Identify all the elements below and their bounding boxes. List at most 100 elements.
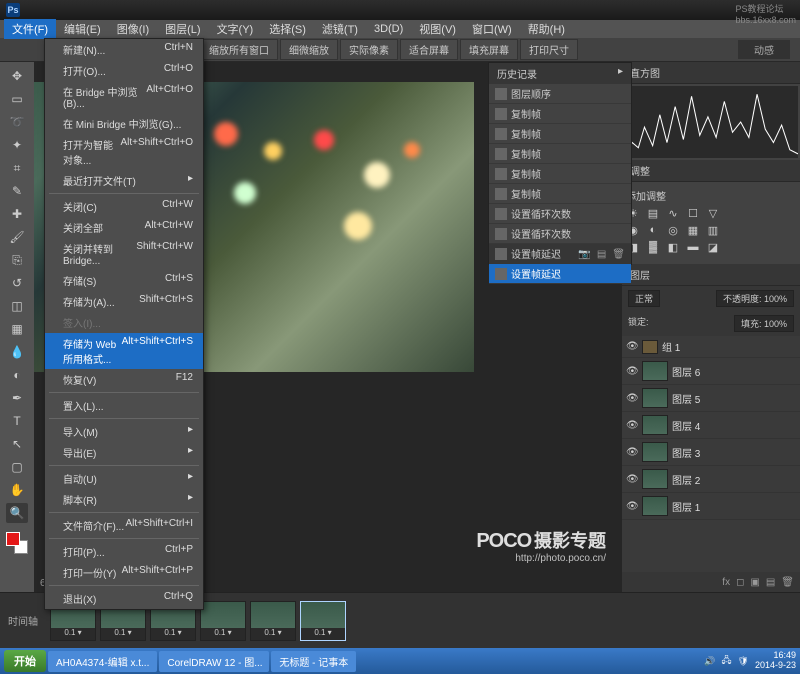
opt-button[interactable]: 打印尺寸 <box>520 39 578 60</box>
menu-item[interactable]: 关闭并转到 Bridge...Shift+Ctrl+W <box>45 238 203 270</box>
menu-item[interactable]: 导入(M)▸ <box>45 421 203 442</box>
layer-thumb[interactable] <box>642 496 668 516</box>
menu-4[interactable]: 文字(Y) <box>209 19 262 39</box>
heal-tool[interactable]: ✚ <box>6 204 28 224</box>
layers-list[interactable]: 👁组 1👁图层 6👁图层 5👁图层 4👁图层 3👁图层 2👁图层 1 <box>622 336 800 572</box>
visibility-icon[interactable]: 👁 <box>626 474 638 485</box>
layer-row[interactable]: 👁图层 2 <box>622 466 800 493</box>
threshold-icon[interactable]: ◧ <box>666 241 680 255</box>
history-item[interactable]: 设置循环次数 <box>489 224 631 244</box>
workspace-select[interactable]: 动感 <box>738 40 790 59</box>
clock[interactable]: 16:492014-9-23 <box>755 651 796 671</box>
levels-icon[interactable]: ▤ <box>646 207 660 221</box>
system-tray[interactable]: 🔊 🖧 🛡 16:492014-9-23 <box>704 651 796 671</box>
bw-icon[interactable]: ◐ <box>646 224 660 238</box>
crop-tool[interactable]: ⌗ <box>6 158 28 178</box>
trash-icon[interactable]: 🗑 <box>781 577 794 588</box>
snapshot-icon[interactable]: 📷 <box>578 249 590 260</box>
menu-item[interactable]: 脚本(R)▸ <box>45 489 203 510</box>
color-swatch[interactable] <box>6 532 28 554</box>
history-item[interactable]: 复制帧 <box>489 144 631 164</box>
brush-tool[interactable]: 🖌 <box>6 227 28 247</box>
layer-row[interactable]: 👁图层 6 <box>622 358 800 385</box>
layer-thumb[interactable] <box>642 361 668 381</box>
type-tool[interactable]: T <box>6 411 28 431</box>
tray-icon[interactable]: 🔊 <box>704 656 715 667</box>
fill-field[interactable]: 填充: 100% <box>734 315 794 332</box>
menu-item[interactable]: 最近打开文件(T)▸ <box>45 170 203 191</box>
layer-row[interactable]: 👁图层 1 <box>622 493 800 520</box>
history-panel[interactable]: 历史记录▸ 图层顺序复制帧复制帧复制帧复制帧复制帧设置循环次数设置循环次数设置帧… <box>488 62 632 265</box>
fx-icon[interactable]: fx <box>722 577 730 588</box>
menu-0[interactable]: 文件(F) <box>4 19 56 39</box>
new-layer-icon[interactable]: ▤ <box>766 577 775 588</box>
layer-thumb[interactable] <box>642 340 658 354</box>
lookup-icon[interactable]: ▥ <box>706 224 720 238</box>
opacity-field[interactable]: 不透明度: 100% <box>716 290 794 307</box>
layer-row[interactable]: 👁组 1 <box>622 336 800 358</box>
menu-1[interactable]: 编辑(E) <box>56 19 109 39</box>
blur-tool[interactable]: 💧 <box>6 342 28 362</box>
layer-row[interactable]: 👁图层 5 <box>622 385 800 412</box>
new-group-icon[interactable]: ▣ <box>750 577 759 588</box>
menu-6[interactable]: 滤镜(T) <box>314 19 366 39</box>
visibility-icon[interactable]: 👁 <box>626 393 638 404</box>
exposure-icon[interactable]: ☐ <box>686 207 700 221</box>
menu-item[interactable]: 打印(P)...Ctrl+P <box>45 541 203 562</box>
taskbar-item[interactable]: 无标题 - 记事本 <box>271 651 356 672</box>
menu-item[interactable]: 关闭全部Alt+Ctrl+W <box>45 217 203 238</box>
timeline-frame[interactable]: 0.1 ▾ <box>250 601 296 641</box>
hand-tool[interactable]: ✋ <box>6 480 28 500</box>
menu-item[interactable]: 自动(U)▸ <box>45 468 203 489</box>
tray-icon[interactable]: 🛡 <box>738 656 749 667</box>
poster-icon[interactable]: ▓ <box>646 241 660 255</box>
new-doc-icon[interactable]: ▤ <box>597 249 606 260</box>
start-button[interactable]: 开始 <box>4 650 46 672</box>
layer-thumb[interactable] <box>642 442 668 462</box>
gradmap-icon[interactable]: ▬ <box>686 241 700 255</box>
history-item[interactable]: 图层顺序 <box>489 84 631 104</box>
opt-button[interactable]: 细微缩放 <box>280 39 338 60</box>
timeline-frame[interactable]: 0.1 ▾ <box>300 601 346 641</box>
menu-item[interactable]: 打开为智能对象...Alt+Shift+Ctrl+O <box>45 134 203 170</box>
menu-item[interactable]: 存储(S)Ctrl+S <box>45 270 203 291</box>
history-item[interactable]: 复制帧 <box>489 184 631 204</box>
menu-item[interactable]: 导出(E)▸ <box>45 442 203 463</box>
menu-bar[interactable]: 文件(F)编辑(E)图像(I)图层(L)文字(Y)选择(S)滤镜(T)3D(D)… <box>0 20 800 38</box>
menu-item[interactable]: 退出(X)Ctrl+Q <box>45 588 203 609</box>
path-tool[interactable]: ↖ <box>6 434 28 454</box>
menu-item[interactable]: 关闭(C)Ctrl+W <box>45 196 203 217</box>
eraser-tool[interactable]: ◫ <box>6 296 28 316</box>
menu-item[interactable]: 存储为 Web 所用格式...Alt+Shift+Ctrl+S <box>45 333 203 369</box>
menu-5[interactable]: 选择(S) <box>261 19 314 39</box>
history-item[interactable]: 设置循环次数 <box>489 204 631 224</box>
opt-button[interactable]: 适合屏幕 <box>400 39 458 60</box>
layer-thumb[interactable] <box>642 469 668 489</box>
visibility-icon[interactable]: 👁 <box>626 447 638 458</box>
taskbar-item[interactable]: AH0A4374-编辑 x.t... <box>48 651 157 672</box>
visibility-icon[interactable]: 👁 <box>626 501 638 512</box>
menu-9[interactable]: 窗口(W) <box>464 19 520 39</box>
history-item[interactable]: 复制帧 <box>489 124 631 144</box>
histogram-tab[interactable]: 直方图 <box>622 62 800 84</box>
menu-item[interactable]: 新建(N)...Ctrl+N <box>45 39 203 60</box>
shape-tool[interactable]: ▢ <box>6 457 28 477</box>
stamp-tool[interactable]: ⎘ <box>6 250 28 270</box>
menu-item[interactable]: 在 Bridge 中浏览(B)...Alt+Ctrl+O <box>45 81 203 113</box>
taskbar-item[interactable]: CorelDRAW 12 - 图... <box>159 651 269 672</box>
timeline-frame[interactable]: 0.1 ▾ <box>200 601 246 641</box>
move-tool[interactable]: ✥ <box>6 66 28 86</box>
history-item[interactable]: 复制帧 <box>489 164 631 184</box>
zoom-tool[interactable]: 🔍 <box>6 503 28 523</box>
menu-10[interactable]: 帮助(H) <box>520 19 573 39</box>
photo-filter-icon[interactable]: ◎ <box>666 224 680 238</box>
history-item[interactable]: 设置帧延迟 <box>489 264 631 284</box>
lasso-tool[interactable]: ➰ <box>6 112 28 132</box>
curves-icon[interactable]: ∿ <box>666 207 680 221</box>
pen-tool[interactable]: ✒ <box>6 388 28 408</box>
gradient-tool[interactable]: ▦ <box>6 319 28 339</box>
layer-row[interactable]: 👁图层 3 <box>622 439 800 466</box>
opt-button[interactable]: 实际像素 <box>340 39 398 60</box>
windows-taskbar[interactable]: 开始 AH0A4374-编辑 x.t...CorelDRAW 12 - 图...… <box>0 648 800 674</box>
history-item[interactable]: 复制帧 <box>489 104 631 124</box>
